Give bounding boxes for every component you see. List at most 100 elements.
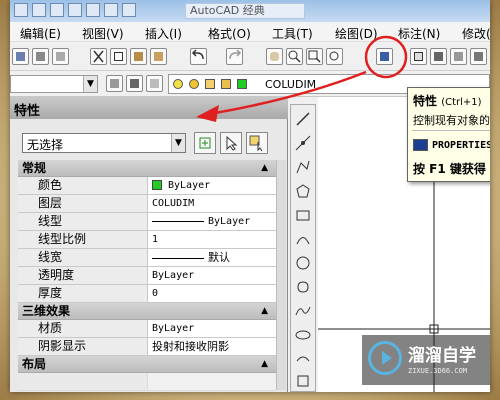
quick-access-icon[interactable] — [68, 3, 82, 17]
draw-toolbar — [290, 104, 316, 392]
match-properties-icon[interactable] — [150, 48, 167, 65]
circle-icon[interactable] — [295, 255, 311, 271]
markup-icon[interactable] — [470, 48, 487, 65]
section-general[interactable]: 常规 ▲ — [18, 160, 276, 177]
layer-color-swatch[interactable] — [237, 79, 247, 89]
construction-line-icon[interactable] — [295, 135, 311, 151]
property-value: ByLayer — [152, 270, 195, 281]
rectangle-icon[interactable] — [295, 207, 311, 223]
layer-state-icon[interactable] — [126, 75, 143, 92]
cut-icon[interactable] — [90, 48, 107, 65]
property-value: 0 — [152, 288, 159, 299]
polyline-icon[interactable] — [295, 159, 311, 175]
layer-name: COLUDIM — [265, 78, 317, 91]
plot-icon[interactable] — [32, 48, 49, 65]
section-header: 三维效果 — [22, 304, 71, 318]
quick-access-icon[interactable] — [50, 3, 64, 17]
collapse-icon[interactable]: ▲ — [261, 303, 268, 320]
standard-toolbar — [10, 43, 490, 71]
zoom-realtime-icon[interactable] — [286, 48, 303, 65]
tooltip-command: PROPERTIES — [432, 140, 490, 151]
zoom-previous-icon[interactable] — [326, 48, 343, 65]
autocad-window: AutoCAD 经典 编辑(E) 视图(V) 插入(I) 格式(O) 工具(T)… — [10, 0, 490, 392]
property-value: 投射和接收阴影 — [152, 340, 229, 353]
property-value: 默认 — [208, 251, 230, 264]
sun-icon[interactable] — [189, 79, 199, 89]
menu-modify[interactable]: 修改( — [462, 25, 490, 42]
copy-icon[interactable] — [110, 48, 127, 65]
line-icon[interactable] — [295, 111, 311, 127]
redo-icon[interactable] — [226, 48, 243, 65]
sheet-set-icon[interactable] — [450, 48, 467, 65]
workspace-dropdown[interactable]: ▼ — [10, 75, 98, 93]
collapse-icon[interactable]: ▲ — [261, 356, 268, 373]
property-row-layer[interactable]: 图层 COLUDIM — [18, 195, 276, 213]
property-row-linetype-scale[interactable]: 线型比例 1 — [18, 231, 276, 249]
property-row-transparency[interactable]: 透明度 ByLayer — [18, 267, 276, 285]
menu-format[interactable]: 格式(O) — [208, 25, 251, 42]
command-icon — [413, 139, 428, 151]
workspace-title[interactable]: AutoCAD 经典 — [185, 3, 305, 19]
tooltip-title: 特性 — [413, 94, 438, 108]
select-objects-icon[interactable] — [220, 132, 242, 154]
quick-access-icon[interactable] — [104, 3, 118, 17]
property-value: ByLayer — [168, 180, 211, 191]
chevron-down-icon[interactable]: ▼ — [83, 76, 97, 92]
properties-icon[interactable] — [376, 48, 393, 65]
quick-access-icon[interactable] — [122, 3, 136, 17]
property-row-linetype[interactable]: 线型 ByLayer — [18, 213, 276, 231]
plot-preview-icon[interactable] — [52, 48, 69, 65]
zoom-window-icon[interactable] — [306, 48, 323, 65]
property-name: 透明度 — [18, 267, 148, 284]
light-bulb-icon[interactable] — [173, 79, 183, 89]
property-row-lineweight[interactable]: 线宽 默认 — [18, 249, 276, 267]
selection-dropdown[interactable]: 无选择 ▼ — [22, 133, 186, 153]
revision-cloud-icon[interactable] — [295, 279, 311, 295]
linetype-sample — [152, 220, 204, 222]
freeze-viewport-icon[interactable] — [205, 79, 215, 89]
layer-manager-icon[interactable] — [106, 75, 123, 92]
save-icon[interactable] — [12, 48, 29, 65]
property-value: COLUDIM — [152, 198, 195, 209]
property-row-thickness[interactable]: 厚度 0 — [18, 285, 276, 303]
property-value: 1 — [152, 234, 159, 245]
property-row-color[interactable]: 颜色 ByLayer — [18, 177, 276, 195]
quick-access-icon[interactable] — [86, 3, 100, 17]
ellipse-icon[interactable] — [295, 327, 311, 343]
section-header: 布局 — [22, 357, 47, 371]
make-current-icon[interactable] — [146, 75, 163, 92]
section-3d-effects[interactable]: 三维效果 ▲ — [18, 303, 276, 320]
tooltip-divider — [412, 130, 490, 131]
menu-tools[interactable]: 工具(T) — [272, 25, 313, 42]
palette-scrollbar[interactable] — [276, 160, 286, 390]
property-name: 材质 — [18, 320, 148, 337]
menu-edit[interactable]: 编辑(E) — [20, 25, 61, 42]
undo-icon[interactable] — [190, 48, 207, 65]
property-row-shadow-display[interactable]: 阴影显示 投射和接收阴影 — [18, 338, 276, 356]
chevron-down-icon[interactable]: ▼ — [171, 134, 185, 152]
unlock-icon[interactable] — [221, 79, 231, 89]
toggle-pickadd-icon[interactable] — [194, 132, 216, 154]
property-name: 图层 — [18, 195, 148, 212]
spline-icon[interactable] — [295, 303, 311, 319]
collapse-icon[interactable]: ▲ — [261, 160, 268, 177]
insert-block-icon[interactable] — [295, 373, 311, 389]
property-row-material[interactable]: 材质 ByLayer — [18, 320, 276, 338]
paste-icon[interactable] — [130, 48, 147, 65]
section-layout[interactable]: 布局 ▲ — [18, 356, 276, 373]
menu-insert[interactable]: 插入(I) — [145, 25, 182, 42]
menu-draw[interactable]: 绘图(D) — [335, 25, 378, 42]
app-menu-icon[interactable] — [14, 3, 28, 17]
arc-icon[interactable] — [295, 231, 311, 247]
pan-icon[interactable] — [266, 48, 283, 65]
ellipse-arc-icon[interactable] — [295, 351, 311, 367]
property-name: 线型 — [18, 213, 148, 230]
polygon-icon[interactable] — [295, 183, 311, 199]
quick-access-icon[interactable] — [32, 3, 46, 17]
design-center-icon[interactable] — [410, 48, 427, 65]
quick-select-icon[interactable] — [246, 132, 268, 154]
palette-title: 特性 — [10, 97, 288, 119]
tool-palettes-icon[interactable] — [430, 48, 447, 65]
menu-view[interactable]: 视图(V) — [82, 25, 124, 42]
menu-dimension[interactable]: 标注(N) — [398, 25, 440, 42]
